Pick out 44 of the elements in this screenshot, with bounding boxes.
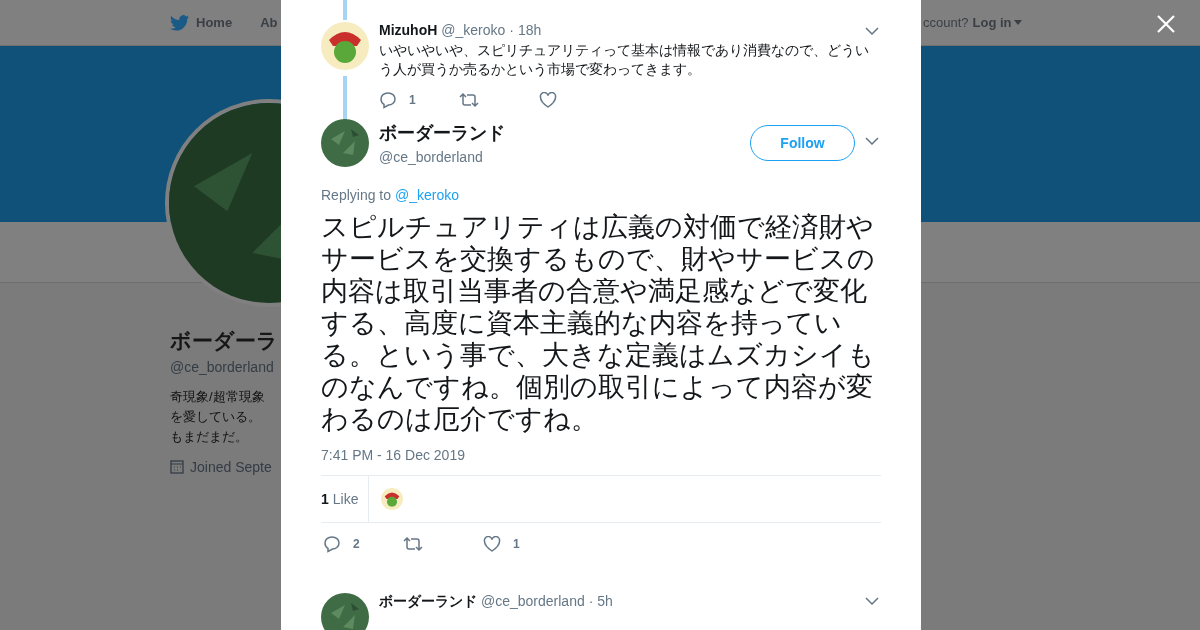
nav-link[interactable]: Home — [196, 15, 233, 30]
profile-bio-line: を愛している。 — [170, 408, 261, 426]
author-handle[interactable]: @ce_borderland — [379, 149, 505, 165]
avatar[interactable] — [321, 119, 369, 167]
tweet-text: スピルチュアリティは広義の対価で経済財やサービスを交換するもので、財やサービスの内容は取引当事者の合意や満足感などで変化する、高度に資本主義的な内容を持っている。という事で、大きな定義はムズカシイものなんですね。個別の取引によって内容が変わるのは厄介ですね。 — [321, 211, 876, 435]
like-count[interactable]: 1 Like — [321, 476, 370, 522]
mention-link[interactable]: @_keroko — [394, 187, 459, 203]
reply-icon[interactable] — [379, 91, 397, 109]
like-count: 1 — [513, 537, 520, 551]
profile-bio-line: 奇現象/超常現象 — [170, 388, 265, 406]
reply-icon[interactable] — [323, 535, 341, 553]
login-link[interactable]: Log in — [972, 15, 1022, 30]
profile-name: ボーダーラ — [170, 328, 278, 354]
tweet-timestamp[interactable]: 7:41 PM - 16 Dec 2019 — [321, 447, 881, 463]
joined-date: Joined Septe — [190, 459, 272, 475]
account-prompt: ccount? — [923, 15, 969, 30]
author-name[interactable]: ボーダーランド — [379, 593, 477, 611]
tweet-text: いやいやいや、スピリチュアリティって基本は情報であり消費なので、どういう人が買うか売るかという市場で変わってきます。 — [379, 41, 870, 79]
profile-handle: @ce_borderland — [170, 359, 274, 375]
heart-icon[interactable] — [483, 536, 501, 552]
author-handle[interactable]: @ce_borderland — [481, 593, 585, 609]
avatar[interactable] — [321, 593, 369, 630]
reply-count: 1 — [409, 93, 416, 107]
heart-icon[interactable] — [539, 92, 557, 108]
retweet-icon[interactable] — [403, 536, 423, 552]
nav-link[interactable]: Ab — [260, 15, 278, 30]
retweet-icon[interactable] — [459, 92, 479, 108]
chevron-down-icon[interactable] — [865, 27, 879, 35]
replying-label: Replying to — [321, 187, 392, 203]
tweet-time[interactable]: · 18h — [509, 22, 542, 38]
caret-icon[interactable] — [1013, 20, 1022, 25]
reply-count: 2 — [353, 537, 360, 551]
follow-button[interactable]: Follow — [750, 125, 855, 161]
profile-bio-line: もまだまだ。 — [170, 428, 248, 446]
chevron-down-icon[interactable] — [865, 137, 879, 145]
tweet-time[interactable]: · 5h — [588, 593, 613, 609]
avatar[interactable] — [321, 22, 369, 70]
chevron-down-icon[interactable] — [865, 597, 879, 605]
author-name[interactable]: ボーダーランド — [379, 121, 505, 145]
calendar-icon — [170, 460, 184, 474]
avatar[interactable] — [381, 488, 404, 510]
close-icon[interactable] — [1156, 14, 1176, 34]
author-handle[interactable]: @_keroko — [441, 22, 506, 38]
author-name[interactable]: MizuhoH — [379, 22, 438, 38]
